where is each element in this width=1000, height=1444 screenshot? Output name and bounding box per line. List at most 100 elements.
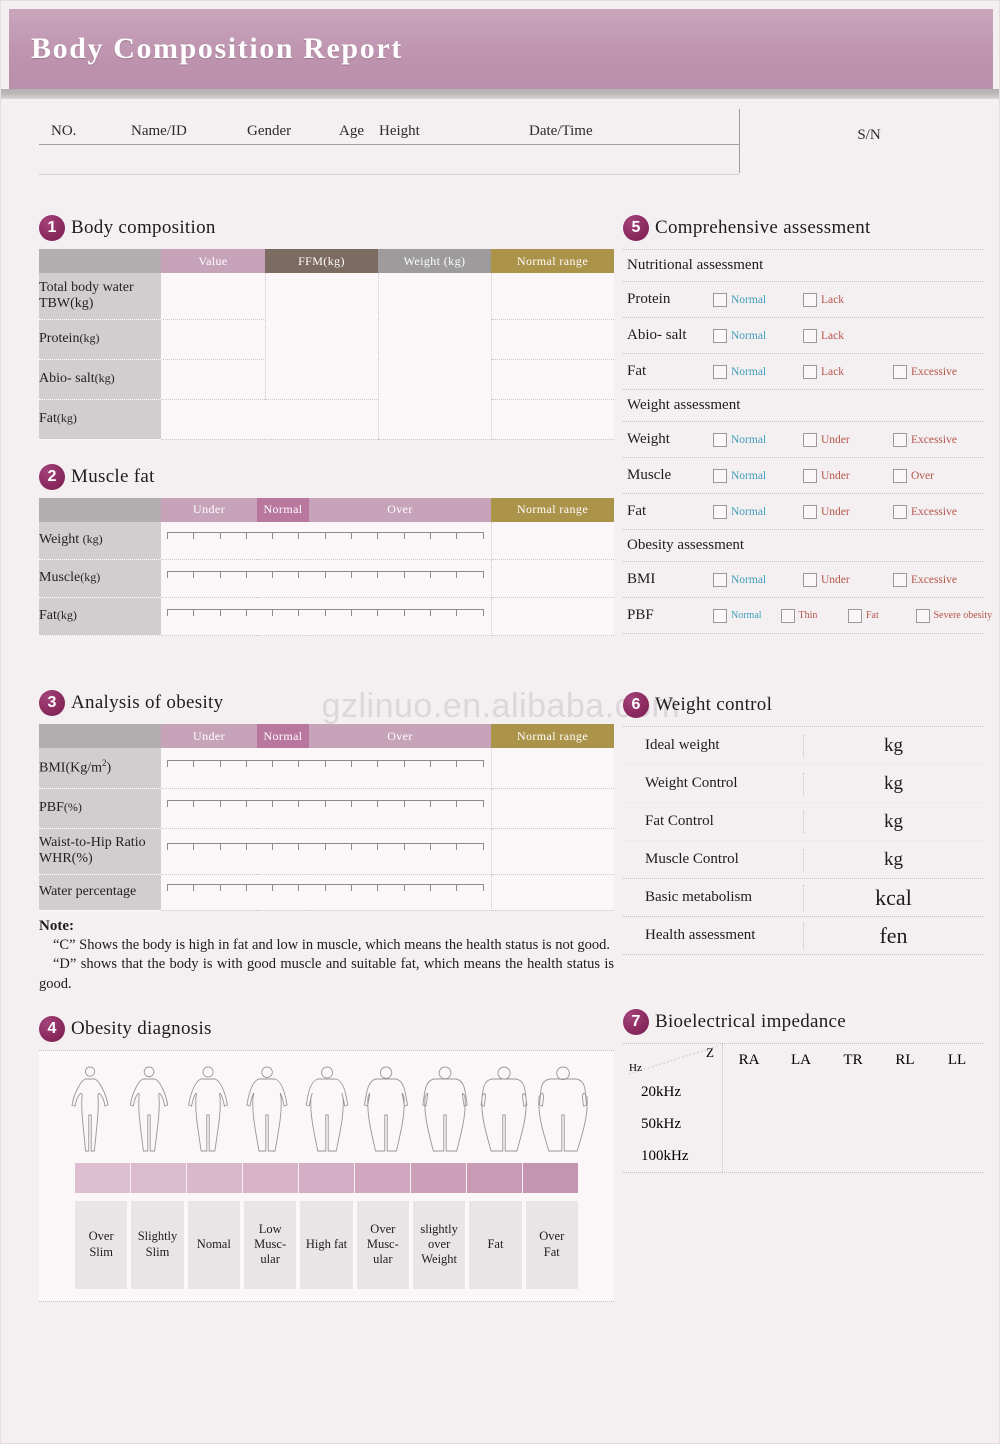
- assessment-option[interactable]: Excessive: [892, 504, 983, 519]
- checkbox-icon[interactable]: [802, 468, 817, 483]
- row-label-fat: Fat(kg): [39, 597, 161, 636]
- assessment-option[interactable]: Excessive: [892, 572, 983, 587]
- assessment-option[interactable]: Lack: [802, 364, 893, 379]
- assessment-option[interactable]: Under: [802, 432, 893, 447]
- assessment-option-label: Under: [820, 433, 850, 446]
- assessment-option-label: Excessive: [910, 573, 957, 586]
- weight-control-unit[interactable]: kg: [803, 810, 983, 833]
- assessment-option[interactable]: Thin: [780, 608, 849, 623]
- assessment-option-label: Thin: [798, 610, 818, 621]
- weight-control-label: Weight Control: [645, 775, 738, 791]
- assessment-option[interactable]: Normal: [713, 292, 803, 307]
- gauge-cell-weight[interactable]: [161, 521, 492, 560]
- weight-control-unit[interactable]: kg: [803, 734, 983, 757]
- range-cell-water[interactable]: [491, 874, 614, 911]
- comprehensive-assessment-panel: Nutritional assessment Protein Normal Lack A…: [623, 249, 992, 634]
- checkbox-icon[interactable]: [802, 432, 817, 447]
- assessment-option[interactable]: Under: [802, 468, 893, 483]
- assessment-option-label: Over: [910, 469, 934, 482]
- weight-control-unit[interactable]: kg: [803, 848, 983, 871]
- table-row: BMI(Kg/m2): [39, 748, 614, 789]
- row-label-sub: (kg): [94, 370, 115, 385]
- checkbox-icon[interactable]: [713, 364, 727, 379]
- assessment-option[interactable]: Normal: [713, 364, 803, 379]
- checkbox-icon[interactable]: [713, 432, 727, 447]
- assessment-option[interactable]: Fat: [848, 608, 916, 623]
- assessment-option[interactable]: Normal: [713, 572, 803, 587]
- value-cell-protein[interactable]: [161, 319, 266, 360]
- range-cell-whr[interactable]: [491, 828, 614, 875]
- table-row: Fat(kg): [39, 399, 614, 440]
- assessment-option[interactable]: Normal: [713, 328, 803, 343]
- weight-control-row: Basic metabolism kcal: [623, 879, 983, 917]
- left-column: 1 Body composition Value FFM(kg) Weight …: [39, 213, 614, 1302]
- ffm-span-cell[interactable]: [265, 273, 379, 400]
- section-2-header: 2 Muscle fat: [39, 462, 614, 492]
- range-cell-fat[interactable]: [491, 399, 614, 440]
- assessment-option[interactable]: Under: [802, 504, 893, 519]
- assessment-option-label: Normal: [731, 505, 767, 518]
- checkbox-icon[interactable]: [802, 364, 817, 379]
- gauge-cell-fat[interactable]: [161, 597, 492, 636]
- assessment-option[interactable]: Excessive: [892, 364, 983, 379]
- value-cell-abio-salt[interactable]: [161, 359, 266, 400]
- gauge-cell-water[interactable]: [161, 874, 492, 911]
- checkbox-icon[interactable]: [892, 468, 907, 483]
- gauge-cell-bmi[interactable]: [161, 748, 492, 789]
- assessment-option[interactable]: Under: [802, 572, 893, 587]
- checkbox-icon[interactable]: [802, 504, 817, 519]
- checkbox-icon[interactable]: [713, 572, 727, 587]
- value-cell-tbw[interactable]: [161, 273, 266, 320]
- range-cell-muscle[interactable]: [491, 559, 614, 598]
- range-cell-protein[interactable]: [491, 319, 614, 360]
- assessment-option[interactable]: Severe obesity: [915, 608, 992, 623]
- checkbox-icon[interactable]: [802, 328, 817, 343]
- range-cell-abio-salt[interactable]: [491, 359, 614, 400]
- checkbox-icon[interactable]: [915, 608, 930, 623]
- gauge-ruler: [167, 757, 484, 779]
- range-cell-fat[interactable]: [491, 597, 614, 636]
- assessment-option[interactable]: Excessive: [892, 432, 983, 447]
- impedance-empty-values[interactable]: [723, 1076, 983, 1172]
- weight-control-unit[interactable]: kcal: [803, 884, 983, 911]
- section-3-header: 3 Analysis of obesity: [39, 688, 614, 718]
- title-divider: [1, 89, 999, 99]
- checkbox-icon[interactable]: [892, 432, 907, 447]
- assessment-option[interactable]: Lack: [802, 292, 893, 307]
- gauge-cell-whr[interactable]: [161, 828, 492, 875]
- value-cell-fat[interactable]: [161, 399, 379, 440]
- assessment-option[interactable]: Normal: [713, 504, 803, 519]
- row-label-sub: (kg): [56, 410, 77, 425]
- checkbox-icon[interactable]: [713, 504, 727, 519]
- checkbox-icon[interactable]: [713, 468, 727, 483]
- range-cell-pbf[interactable]: [491, 788, 614, 829]
- weight-control-unit[interactable]: fen: [803, 922, 983, 949]
- assessment-option[interactable]: Normal: [713, 468, 803, 483]
- table-header-row: Under Normal Over Normal range: [39, 497, 614, 522]
- note-block: Note: “C” Shows the body is high in fat …: [39, 917, 614, 994]
- checkbox-icon[interactable]: [713, 328, 727, 343]
- checkbox-icon[interactable]: [780, 608, 795, 623]
- gradient-segment: [75, 1162, 131, 1193]
- weight-span-cell[interactable]: [378, 273, 492, 440]
- checkbox-icon[interactable]: [848, 608, 862, 623]
- checkbox-icon[interactable]: [802, 572, 817, 587]
- gauge-cell-pbf[interactable]: [161, 788, 492, 829]
- checkbox-icon[interactable]: [892, 572, 907, 587]
- checkbox-icon[interactable]: [713, 608, 727, 623]
- range-cell-tbw[interactable]: [491, 273, 614, 320]
- weight-control-unit[interactable]: kg: [803, 772, 983, 795]
- checkbox-icon[interactable]: [802, 292, 817, 307]
- checkbox-icon[interactable]: [713, 292, 727, 307]
- range-cell-weight[interactable]: [491, 521, 614, 560]
- checkbox-icon[interactable]: [892, 504, 907, 519]
- assessment-option[interactable]: Over: [892, 468, 983, 483]
- assessment-option[interactable]: Normal: [713, 432, 803, 447]
- assessment-option[interactable]: Lack: [802, 328, 893, 343]
- assessment-option-label: Normal: [731, 610, 762, 621]
- checkbox-icon[interactable]: [892, 364, 907, 379]
- gauge-cell-muscle[interactable]: [161, 559, 492, 598]
- range-cell-bmi[interactable]: [491, 748, 614, 789]
- assessment-row: BMI Normal Under Excessive: [623, 562, 983, 598]
- assessment-option[interactable]: Normal: [713, 608, 781, 623]
